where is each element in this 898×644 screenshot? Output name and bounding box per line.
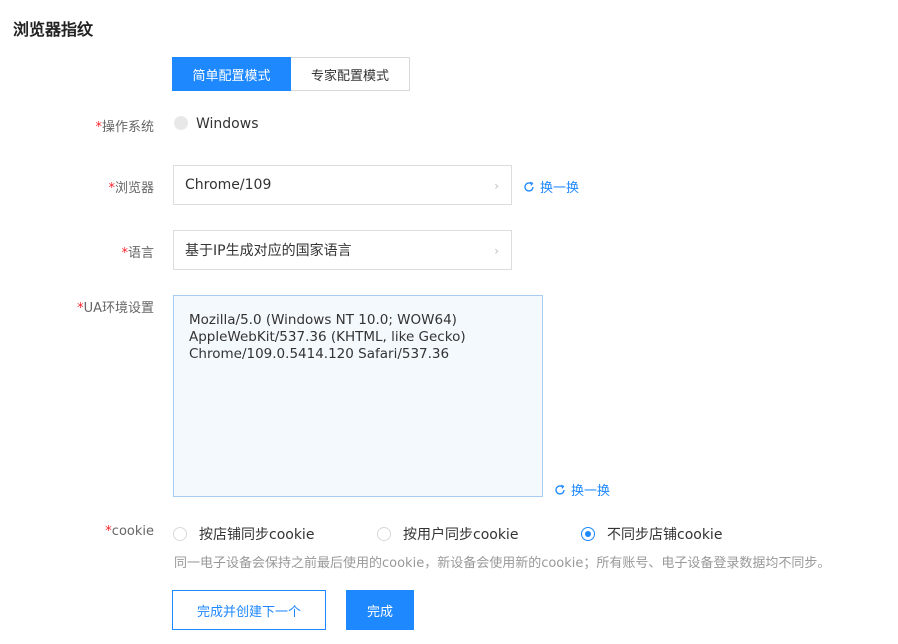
ua-label: *UA环境设置 <box>77 301 154 316</box>
os-windows-label: Windows <box>196 116 259 132</box>
browser-select[interactable]: Chrome/109 › <box>173 165 512 205</box>
chevron-right-icon: › <box>494 244 499 258</box>
refresh-icon <box>555 484 565 495</box>
page-title: 浏览器指纹 <box>13 20 94 39</box>
chevron-right-icon: › <box>494 179 499 193</box>
browser-swap-link[interactable]: 换一换 <box>523 177 579 196</box>
finish-button[interactable]: 完成 <box>346 590 414 630</box>
cookie-option-no-sync[interactable]: 不同步店铺cookie <box>581 524 722 544</box>
language-select-value: 基于IP生成对应的国家语言 <box>185 243 352 259</box>
os-radio-group: Windows <box>174 116 259 132</box>
cookie-hint: 同一电子设备会保持之前最后使用的cookie，新设备会使用新的cookie；所有… <box>174 556 831 571</box>
ua-textarea[interactable]: Mozilla/5.0 (Windows NT 10.0; WOW64) App… <box>173 295 543 497</box>
tab-simple-mode[interactable]: 简单配置模式 <box>172 57 291 91</box>
browser-label: *浏览器 <box>108 181 154 196</box>
ua-swap-label: 换一换 <box>571 484 611 499</box>
finish-and-create-next-button[interactable]: 完成并创建下一个 <box>172 590 326 630</box>
cookie-radio-shop-sync[interactable] <box>173 527 187 541</box>
tab-expert-mode[interactable]: 专家配置模式 <box>291 57 410 91</box>
config-mode-tabs: 简单配置模式 专家配置模式 <box>172 57 410 91</box>
language-label: *语言 <box>121 246 154 261</box>
cookie-option-user-sync[interactable]: 按用户同步cookie <box>377 524 518 544</box>
os-label: *操作系统 <box>95 120 154 135</box>
browser-select-value: Chrome/109 <box>185 177 272 193</box>
cookie-label: *cookie <box>105 524 154 539</box>
cookie-radio-user-sync[interactable] <box>377 527 391 541</box>
ua-swap-link[interactable]: 换一换 <box>554 480 610 499</box>
browser-swap-label: 换一换 <box>540 181 580 196</box>
cookie-option-shop-sync[interactable]: 按店铺同步cookie <box>173 524 314 544</box>
language-select[interactable]: 基于IP生成对应的国家语言 › <box>173 230 512 270</box>
cookie-option-label: 不同步店铺cookie <box>607 527 723 543</box>
os-windows-radio[interactable] <box>174 116 188 130</box>
cookie-option-label: 按用户同步cookie <box>403 527 519 543</box>
cookie-radio-no-sync[interactable] <box>581 527 595 541</box>
refresh-icon <box>524 181 534 192</box>
cookie-option-label: 按店铺同步cookie <box>199 527 315 543</box>
